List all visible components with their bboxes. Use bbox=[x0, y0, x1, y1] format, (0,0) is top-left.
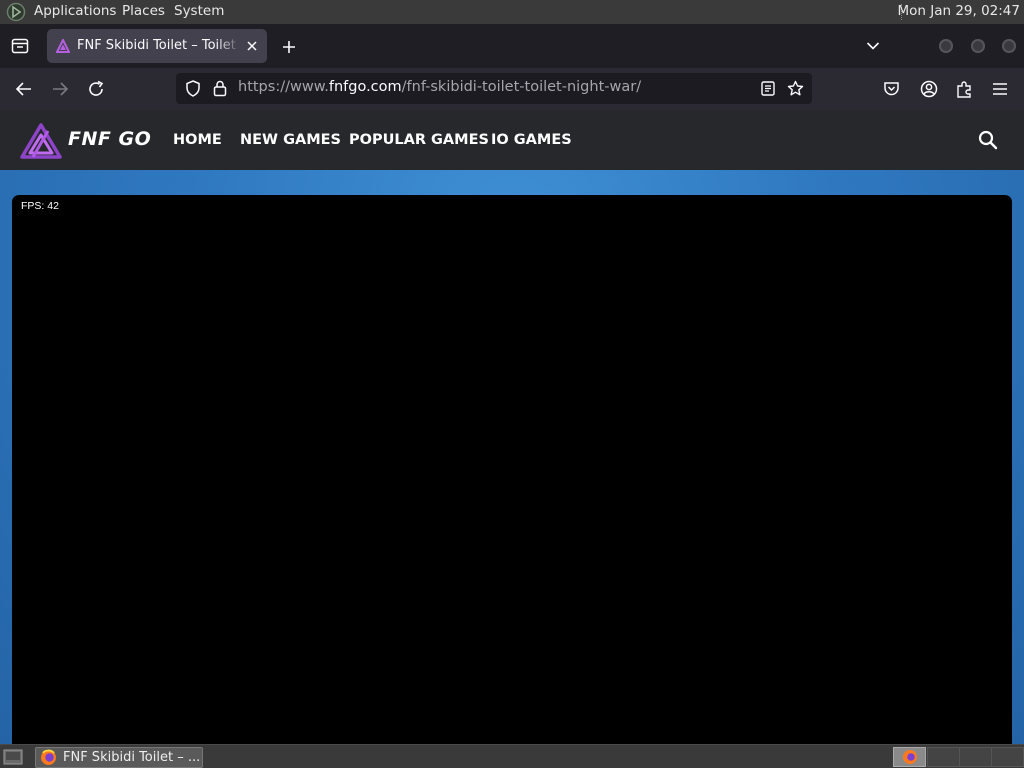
taskbar: FNF Skibidi Toilet – ... bbox=[0, 744, 1024, 768]
firefox-icon bbox=[40, 749, 57, 766]
url-host: fnfgo.com bbox=[328, 79, 402, 95]
nav-io-games[interactable]: IO GAMES bbox=[491, 132, 572, 148]
show-desktop-icon[interactable] bbox=[3, 748, 23, 766]
forward-arrow-icon[interactable] bbox=[51, 81, 69, 97]
workspace-2[interactable] bbox=[927, 747, 960, 767]
system-menu[interactable]: System bbox=[174, 3, 224, 19]
nav-popular-games[interactable]: POPULAR GAMES bbox=[349, 132, 489, 148]
minimize-window-button[interactable] bbox=[939, 39, 953, 53]
account-icon[interactable] bbox=[920, 80, 938, 98]
browser-tab[interactable]: FNF Skibidi Toilet – Toilet Night War bbox=[47, 29, 267, 63]
nav-home[interactable]: HOME bbox=[173, 132, 222, 148]
tracking-shield-icon[interactable] bbox=[185, 80, 201, 97]
extensions-icon[interactable] bbox=[956, 80, 973, 98]
site-logo-text[interactable]: FNF GO bbox=[68, 128, 151, 150]
url-path: /fnf-skibidi-toilet-toilet-night-war/ bbox=[401, 79, 642, 95]
url-prefix: https://www. bbox=[238, 79, 329, 95]
close-window-button[interactable] bbox=[1002, 39, 1016, 53]
bookmark-star-icon[interactable] bbox=[787, 80, 804, 97]
taskbar-window-button[interactable]: FNF Skibidi Toilet – ... bbox=[35, 747, 203, 768]
fnfgo-favicon bbox=[56, 39, 70, 53]
new-tab-icon[interactable] bbox=[282, 40, 296, 54]
fnfgo-logo-icon[interactable] bbox=[20, 123, 62, 159]
pocket-icon[interactable] bbox=[883, 81, 900, 97]
lock-icon[interactable] bbox=[213, 80, 227, 97]
search-icon[interactable] bbox=[978, 130, 998, 150]
navigation-bar: https://www.fnfgo.com/fnf-skibidi-toilet… bbox=[0, 68, 1024, 110]
firefox-view-icon[interactable] bbox=[11, 38, 29, 54]
reader-view-icon[interactable] bbox=[761, 81, 775, 96]
site-header: FNF GO HOME NEW GAMES POPULAR GAMES IO G… bbox=[0, 110, 1024, 170]
game-canvas[interactable]: FPS: 42 bbox=[12, 195, 1012, 755]
maximize-window-button[interactable] bbox=[971, 39, 985, 53]
fps-counter: FPS: 42 bbox=[21, 200, 59, 212]
tab-strip: FNF Skibidi Toilet – Toilet Night War bbox=[0, 24, 1024, 68]
close-tab-icon[interactable] bbox=[246, 40, 258, 52]
top-panel: Applications Places System Mon Jan 29, 0… bbox=[0, 0, 1024, 24]
url-text[interactable]: https://www.fnfgo.com/fnf-skibidi-toilet… bbox=[238, 79, 641, 95]
workspace-3[interactable] bbox=[959, 747, 992, 767]
tab-title: FNF Skibidi Toilet – Toilet Night War bbox=[77, 38, 241, 53]
taskbar-window-title: FNF Skibidi Toilet – ... bbox=[63, 750, 201, 765]
menu-hamburger-icon[interactable] bbox=[992, 82, 1008, 96]
url-bar[interactable]: https://www.fnfgo.com/fnf-skibidi-toilet… bbox=[176, 73, 812, 104]
workspace-4[interactable] bbox=[991, 747, 1024, 767]
back-arrow-icon[interactable] bbox=[15, 81, 33, 97]
list-all-tabs-icon[interactable] bbox=[866, 41, 880, 51]
gnome-foot-icon[interactable] bbox=[6, 2, 26, 22]
firefox-mini-icon bbox=[902, 749, 918, 765]
applications-menu[interactable]: Applications bbox=[34, 3, 116, 19]
places-menu[interactable]: Places bbox=[122, 3, 165, 19]
reload-icon[interactable] bbox=[87, 80, 105, 98]
workspace-1[interactable] bbox=[893, 747, 926, 767]
nav-new-games[interactable]: NEW GAMES bbox=[240, 132, 341, 148]
clock[interactable]: Mon Jan 29, 02:47 bbox=[897, 3, 1020, 19]
